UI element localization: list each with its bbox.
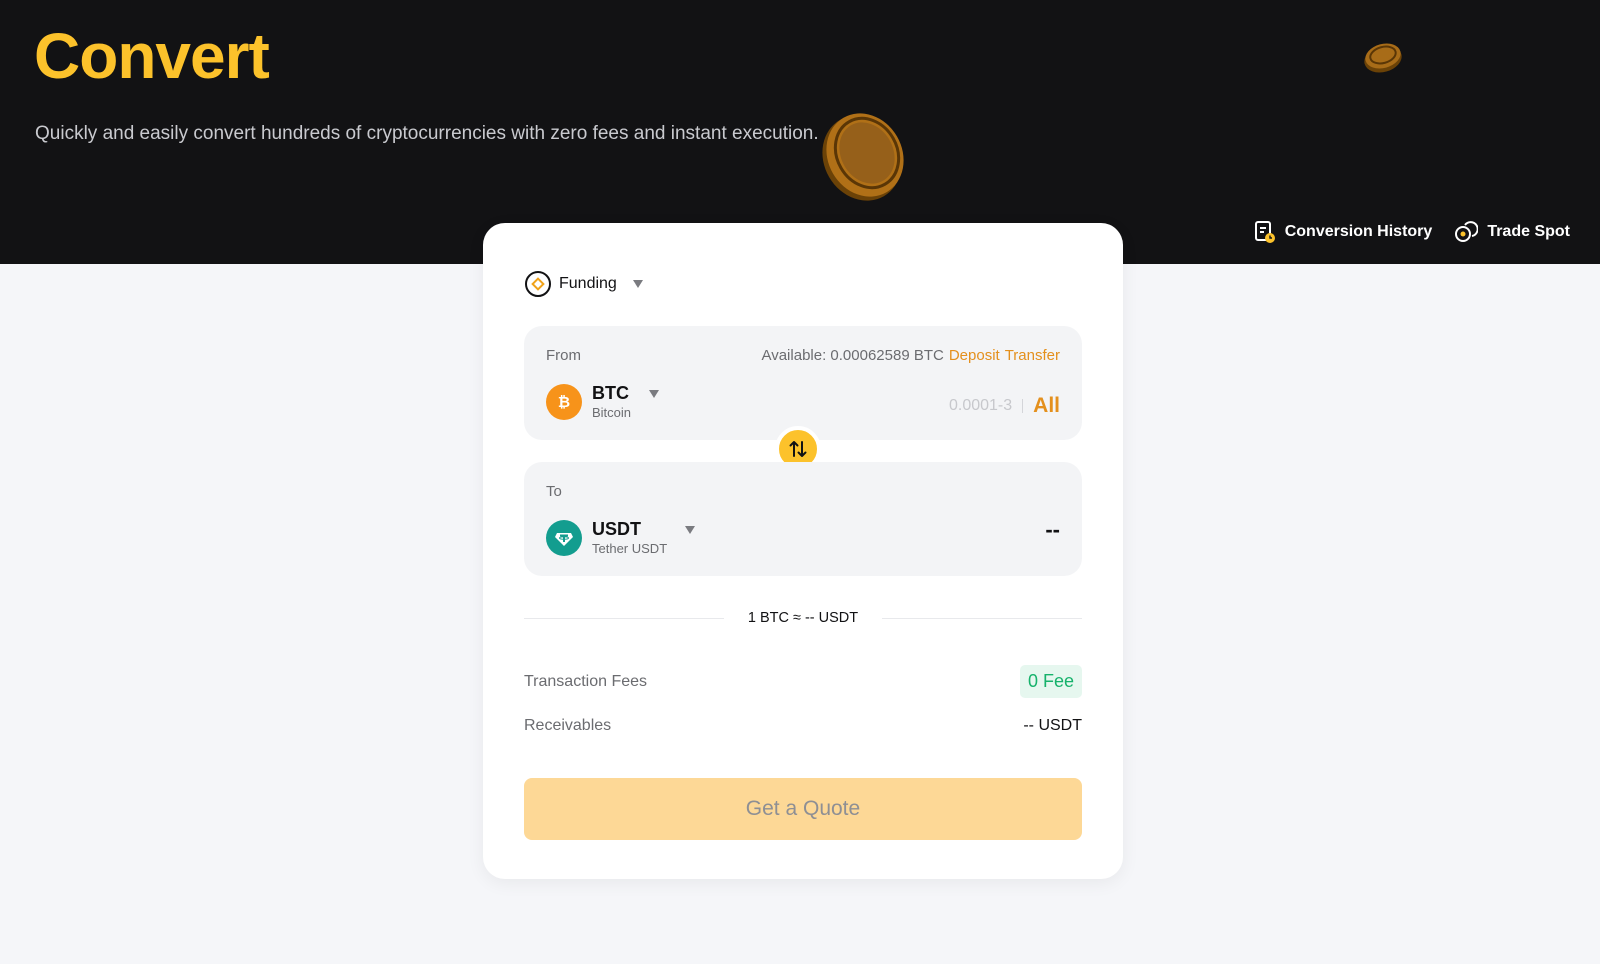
decorative-coin-small-icon xyxy=(1364,43,1402,73)
receivables-label: Receivables xyxy=(524,717,612,734)
from-amount-input[interactable]: 0.0001-3 xyxy=(949,397,1012,415)
to-panel: To USDT Tether USDT -- xyxy=(524,462,1082,576)
transfer-link[interactable]: Transfer xyxy=(1005,347,1060,364)
chevron-down-icon xyxy=(685,526,696,534)
all-button[interactable]: All xyxy=(1033,394,1060,418)
from-amount-area: 0.0001-3 All xyxy=(949,394,1060,418)
exchange-rate: 1 BTC ≈ -- USDT xyxy=(524,608,1083,628)
to-amount: -- xyxy=(1045,517,1060,542)
to-coin-name: Tether USDT xyxy=(592,541,668,556)
from-coin-symbol: BTC xyxy=(592,383,629,403)
to-coin-selector[interactable]: USDT Tether USDT xyxy=(546,518,696,558)
trade-spot-link[interactable]: Trade Spot xyxy=(1454,220,1570,244)
conversion-history-link[interactable]: Conversion History xyxy=(1254,220,1433,244)
history-doc-icon xyxy=(1254,221,1275,243)
divider xyxy=(1022,399,1024,413)
from-label: From xyxy=(546,347,581,364)
divider xyxy=(882,617,1083,619)
from-coin-selector[interactable]: ₿ BTC Bitcoin xyxy=(546,382,660,422)
svg-text:₿: ₿ xyxy=(558,393,570,411)
deposit-link[interactable]: Deposit xyxy=(949,347,1000,364)
to-label: To xyxy=(546,483,562,500)
chevron-down-icon xyxy=(649,390,660,398)
fee-badge: 0 Fee xyxy=(1019,665,1082,698)
bitcoin-icon: ₿ xyxy=(546,384,582,420)
from-panel: From Available: 0.00062589 BTC Deposit T… xyxy=(524,326,1082,440)
from-coin-name: Bitcoin xyxy=(592,405,632,420)
chevron-down-icon xyxy=(632,280,643,288)
account-label: Funding xyxy=(559,275,617,292)
transaction-fees-row: Transaction Fees 0 Fee xyxy=(524,665,1082,698)
receivables-row: Receivables -- USDT xyxy=(524,717,1082,735)
trade-spot-icon xyxy=(1455,221,1479,242)
receivables-value: -- USDT xyxy=(1023,717,1082,734)
page-title: Convert xyxy=(34,20,270,92)
swap-arrows-icon xyxy=(789,441,807,457)
decorative-coin-icon xyxy=(822,113,904,201)
account-selector[interactable]: Funding xyxy=(525,271,643,297)
to-coin-symbol: USDT xyxy=(592,519,641,539)
get-quote-button[interactable]: Get a Quote xyxy=(524,778,1082,840)
available-balance: Available: 0.00062589 BTC Deposit Transf… xyxy=(761,347,1060,364)
tether-icon xyxy=(546,520,582,556)
convert-card: Funding From Available: 0.00062589 BTC D… xyxy=(483,223,1123,879)
conversion-history-label: Conversion History xyxy=(1284,223,1433,240)
funding-icon xyxy=(525,271,551,297)
available-text: Available: 0.00062589 BTC xyxy=(761,347,944,364)
trade-spot-label: Trade Spot xyxy=(1487,223,1570,240)
page-subtitle: Quickly and easily convert hundreds of c… xyxy=(35,123,819,144)
header-links: Conversion History Trade Spot xyxy=(1254,220,1570,244)
divider xyxy=(524,617,724,619)
rate-text: 1 BTC ≈ -- USDT xyxy=(747,610,859,626)
fees-label: Transaction Fees xyxy=(524,672,648,690)
